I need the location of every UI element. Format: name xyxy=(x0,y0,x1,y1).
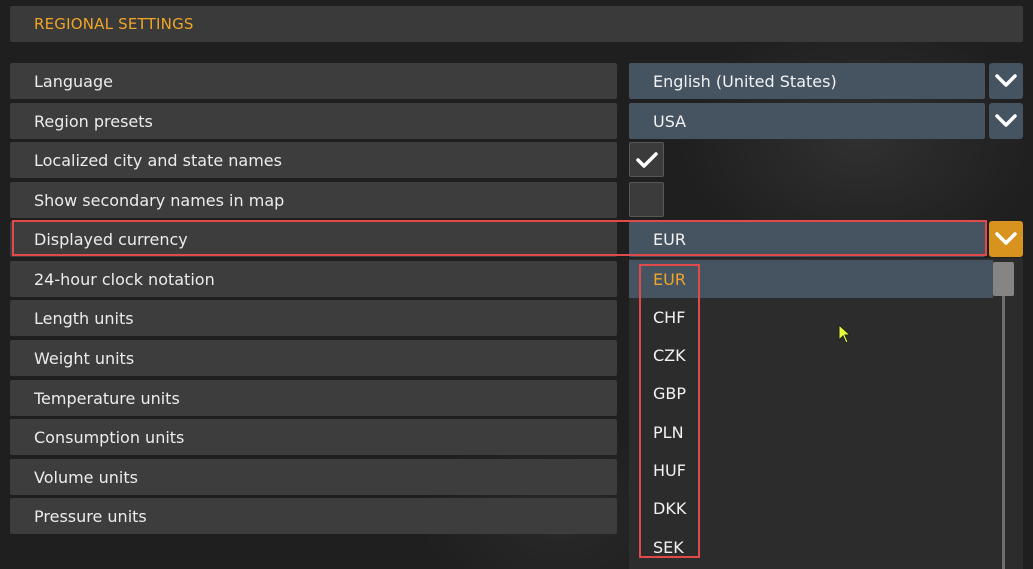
language-value: English (United States) xyxy=(653,71,837,91)
currency-option-dkk[interactable]: DKK xyxy=(629,489,993,527)
localized-names-checkbox[interactable] xyxy=(629,142,664,177)
setting-label-region-presets: Region presets xyxy=(10,103,617,139)
setting-label-displayed-currency: Displayed currency xyxy=(10,221,617,257)
currency-option-czk[interactable]: CZK xyxy=(629,336,993,374)
dropdown-scrollbar-thumb[interactable] xyxy=(993,262,1014,296)
currency-option-sek[interactable]: SEK xyxy=(629,528,993,566)
currency-option-eur[interactable]: EUR xyxy=(629,260,993,298)
currency-dropdown-list: EUR CHF CZK GBP PLN HUF DKK SEK xyxy=(629,258,1023,569)
regional-settings-page: REGIONAL SETTINGS Language Region preset… xyxy=(0,0,1033,569)
setting-label-weight-units: Weight units xyxy=(10,340,617,376)
language-select[interactable]: English (United States) xyxy=(629,63,985,99)
secondary-names-checkbox[interactable] xyxy=(629,182,664,217)
setting-label-pressure-units: Pressure units xyxy=(10,498,617,534)
setting-label-language: Language xyxy=(10,63,617,99)
region-presets-value: USA xyxy=(653,111,687,131)
region-presets-select[interactable]: USA xyxy=(629,103,985,139)
currency-option-pln[interactable]: PLN xyxy=(629,413,993,451)
setting-label-temperature-units: Temperature units xyxy=(10,380,617,416)
setting-label-secondary-names: Show secondary names in map xyxy=(10,182,617,218)
chevron-down-icon xyxy=(995,114,1017,127)
dropdown-scrollbar-track[interactable] xyxy=(1002,264,1005,569)
section-title: REGIONAL SETTINGS xyxy=(34,15,194,33)
setting-label-consumption-units: Consumption units xyxy=(10,419,617,455)
setting-label-localized-names: Localized city and state names xyxy=(10,142,617,178)
mouse-cursor-icon xyxy=(838,324,852,344)
currency-select[interactable]: EUR xyxy=(629,221,985,257)
setting-label-clock-notation: 24-hour clock notation xyxy=(10,261,617,297)
chevron-down-icon xyxy=(995,232,1017,245)
section-header: REGIONAL SETTINGS xyxy=(10,6,1023,42)
setting-label-volume-units: Volume units xyxy=(10,459,617,495)
currency-option-gbp[interactable]: GBP xyxy=(629,374,993,412)
region-presets-dropdown-button[interactable] xyxy=(989,103,1023,139)
currency-value: EUR xyxy=(653,229,686,249)
checkmark-icon xyxy=(635,151,658,168)
currency-option-huf[interactable]: HUF xyxy=(629,451,993,489)
currency-dropdown-button[interactable] xyxy=(989,221,1023,257)
chevron-down-icon xyxy=(995,74,1017,87)
language-dropdown-button[interactable] xyxy=(989,63,1023,99)
setting-label-length-units: Length units xyxy=(10,300,617,336)
currency-option-chf[interactable]: CHF xyxy=(629,298,993,336)
